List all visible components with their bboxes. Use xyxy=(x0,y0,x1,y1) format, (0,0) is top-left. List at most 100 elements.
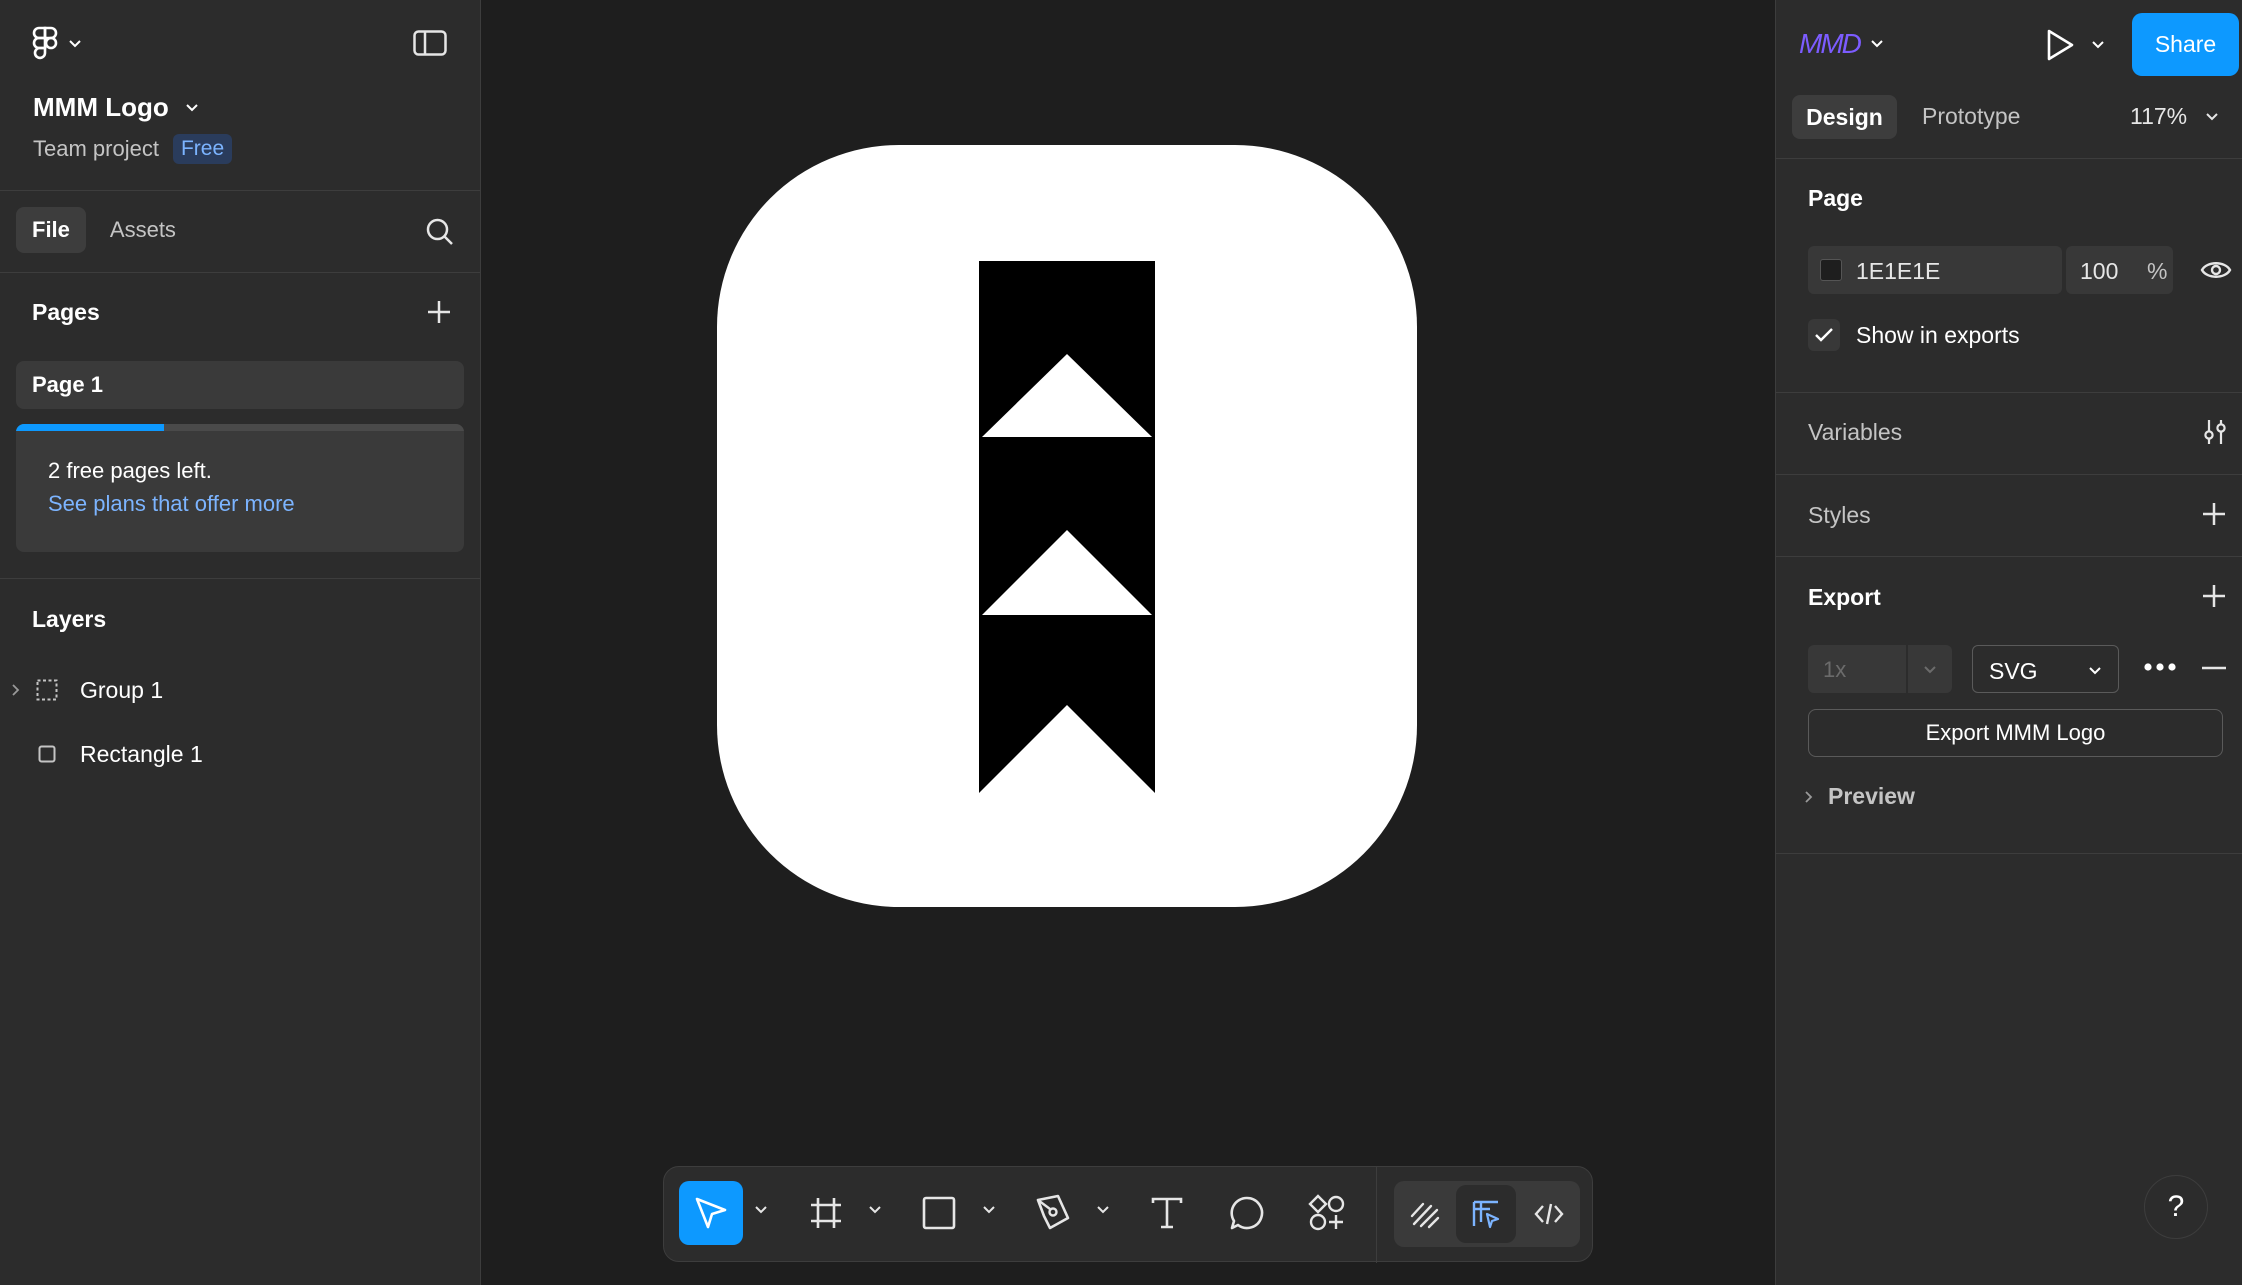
left-tabs: File Assets xyxy=(16,207,192,253)
pen-icon xyxy=(1036,1194,1070,1230)
add-export-button[interactable] xyxy=(2201,583,2227,609)
export-more-button[interactable] xyxy=(2143,662,2177,672)
chevron-down-icon[interactable] xyxy=(754,1205,768,1215)
left-panel: MMM Logo Team project Free File Assets P… xyxy=(0,0,481,1285)
main-menu-button[interactable] xyxy=(32,26,82,62)
help-button[interactable]: ? xyxy=(2144,1175,2208,1239)
export-scale-value[interactable]: 1x xyxy=(1823,657,1846,683)
dev-mode-icon xyxy=(1534,1203,1564,1225)
minus-icon xyxy=(2202,666,2226,670)
layers-title: Layers xyxy=(32,606,107,632)
divider xyxy=(1776,392,2242,393)
toolbar-divider xyxy=(1376,1167,1377,1263)
actions-icon xyxy=(1308,1194,1345,1231)
preview-toggle[interactable]: Preview xyxy=(1804,783,1915,810)
pages-usage-track xyxy=(16,424,464,431)
layer-row[interactable]: Rectangle 1 xyxy=(0,730,480,778)
project-info: Team project Free xyxy=(33,134,233,164)
zoom-level: 117% xyxy=(2130,103,2188,129)
styles-title: Styles xyxy=(1808,502,1871,528)
present-button[interactable] xyxy=(2045,28,2105,62)
chevron-right-icon xyxy=(1805,790,1813,803)
right-panel: MMD Share Design Prototype 117% Page 1E1… xyxy=(1775,0,2242,1285)
text-icon xyxy=(1151,1197,1183,1229)
export-button[interactable]: Export MMM Logo xyxy=(1808,709,2223,757)
design-mode-button[interactable] xyxy=(1456,1185,1516,1243)
layer-label: Rectangle 1 xyxy=(80,741,203,767)
export-scale-dropdown[interactable] xyxy=(1908,645,1952,693)
chevron-down-icon[interactable] xyxy=(982,1205,996,1215)
page-list-item[interactable]: Page 1 xyxy=(16,361,464,409)
export-scale-input[interactable]: 1x xyxy=(1808,645,1906,693)
color-swatch[interactable] xyxy=(1820,259,1842,281)
zoom-menu[interactable]: 117% xyxy=(2130,103,2219,130)
layer-row[interactable]: Group 1 xyxy=(0,666,480,714)
tab-design[interactable]: Design xyxy=(1792,95,1897,139)
bottom-toolbar xyxy=(663,1166,1593,1263)
chevron-down-icon xyxy=(1871,40,1883,48)
add-page-button[interactable] xyxy=(426,299,452,325)
variables-settings-button[interactable] xyxy=(2201,418,2229,446)
actions-tool-button[interactable] xyxy=(1295,1181,1359,1245)
project-name[interactable]: Team project xyxy=(33,136,159,162)
shape-tool-button[interactable] xyxy=(907,1181,971,1245)
move-tool-button[interactable] xyxy=(679,1181,743,1245)
dev-mode-button[interactable] xyxy=(1518,1181,1580,1247)
divider xyxy=(1776,556,2242,557)
check-icon xyxy=(1815,328,1833,342)
avatar: MMD xyxy=(1799,28,1862,59)
see-plans-link[interactable]: See plans that offer more xyxy=(48,491,295,517)
text-tool-button[interactable] xyxy=(1135,1181,1199,1245)
chevron-down-icon xyxy=(2089,667,2101,675)
share-button[interactable]: Share xyxy=(2132,13,2239,76)
user-avatar-menu[interactable]: MMD xyxy=(1799,28,1884,60)
canvas[interactable] xyxy=(482,0,1774,1285)
rectangle-icon xyxy=(38,745,56,763)
page-opacity-input[interactable]: 100 % xyxy=(2066,246,2173,294)
plus-icon xyxy=(2203,585,2225,607)
toggle-sidebar-button[interactable] xyxy=(413,30,447,56)
opacity-value[interactable]: 100 xyxy=(2080,258,2118,285)
rectangle-tool-icon xyxy=(922,1196,956,1230)
search-layers-button[interactable] xyxy=(425,217,455,247)
divider xyxy=(1776,853,2242,854)
add-style-button[interactable] xyxy=(2201,501,2227,527)
chevron-down-icon[interactable] xyxy=(1096,1205,1110,1215)
notice-text: 2 free pages left. xyxy=(48,458,212,483)
plan-badge[interactable]: Free xyxy=(172,134,233,164)
export-format-select[interactable]: SVG xyxy=(1972,645,2119,693)
file-name-menu[interactable]: MMM Logo xyxy=(33,92,199,123)
divider xyxy=(1776,158,2242,159)
mode-switcher xyxy=(1394,1181,1580,1247)
pen-tool-button[interactable] xyxy=(1021,1181,1085,1245)
group-icon xyxy=(36,679,58,701)
color-hex-value[interactable]: 1E1E1E xyxy=(1856,258,1940,285)
chevron-down-icon xyxy=(2092,41,2104,49)
eye-icon xyxy=(2200,262,2232,278)
sliders-icon xyxy=(2204,420,2226,444)
chevron-right-icon[interactable] xyxy=(11,683,21,697)
page-label: Page 1 xyxy=(32,372,103,397)
frame-tool-button[interactable] xyxy=(794,1181,858,1245)
chevron-down-icon[interactable] xyxy=(868,1205,882,1215)
page-section-title: Page xyxy=(1808,185,1863,211)
tab-prototype[interactable]: Prototype xyxy=(1922,103,2020,130)
remove-export-button[interactable] xyxy=(2201,666,2227,670)
comment-icon xyxy=(1230,1196,1264,1230)
logo-group[interactable] xyxy=(979,261,1155,793)
page-color-input[interactable]: 1E1E1E xyxy=(1808,246,2062,294)
visibility-toggle[interactable] xyxy=(2200,258,2232,282)
export-title: Export xyxy=(1808,584,1881,610)
layer-label: Group 1 xyxy=(80,677,164,703)
draw-mode-icon xyxy=(1410,1202,1440,1229)
export-format-value: SVG xyxy=(1989,658,2038,684)
tab-assets[interactable]: Assets xyxy=(94,207,192,253)
show-in-exports-label[interactable]: Show in exports xyxy=(1856,322,2020,349)
show-in-exports-checkbox[interactable] xyxy=(1808,319,1840,351)
play-icon xyxy=(2047,29,2074,61)
chevron-down-icon xyxy=(1924,666,1936,674)
divider xyxy=(0,190,481,191)
tab-file[interactable]: File xyxy=(16,207,86,253)
comment-tool-button[interactable] xyxy=(1215,1181,1279,1245)
draw-mode-button[interactable] xyxy=(1394,1181,1456,1247)
